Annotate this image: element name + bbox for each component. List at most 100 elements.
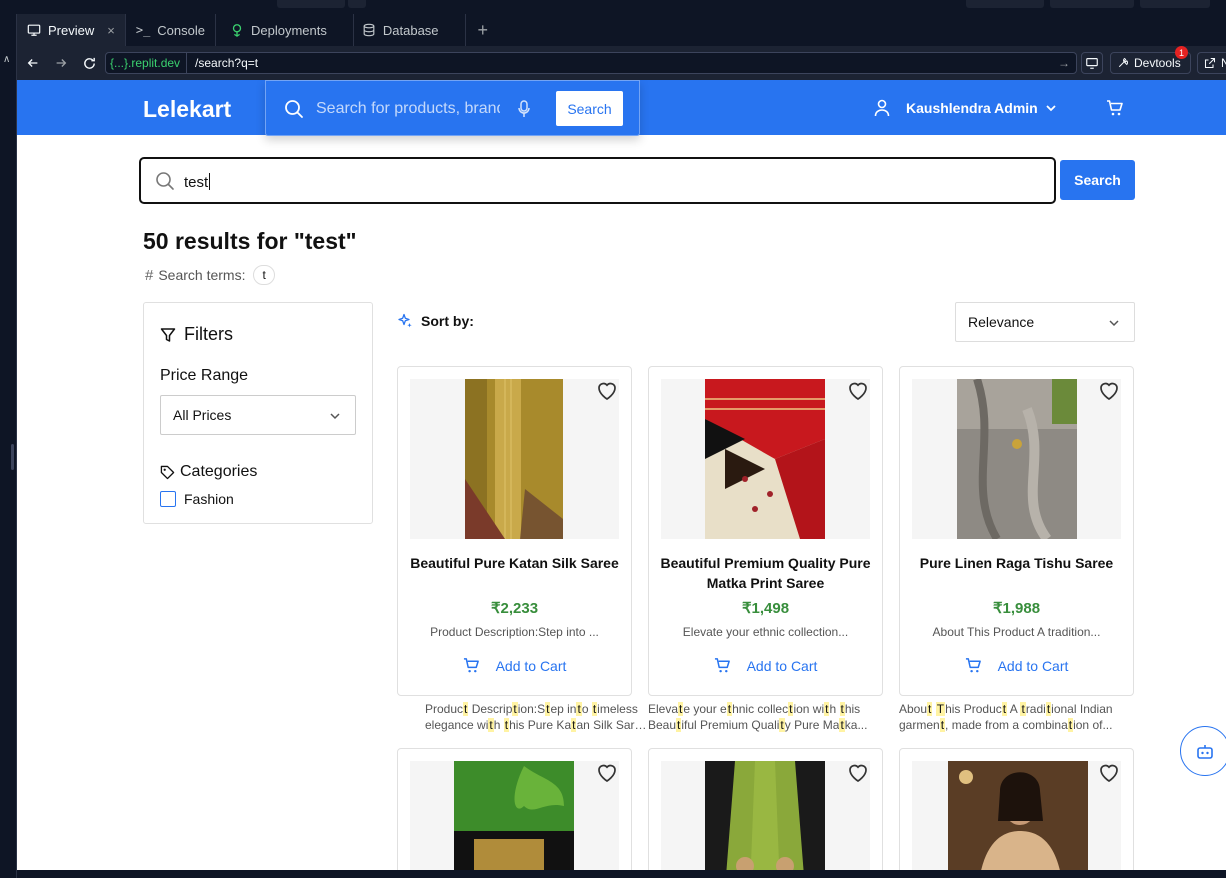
snippet-text: ional Indian xyxy=(1051,702,1113,716)
snippet-text: Abou xyxy=(899,702,928,716)
new-tab-button[interactable]: N xyxy=(1197,52,1226,74)
product-image-frame[interactable] xyxy=(661,761,870,870)
category-fashion[interactable]: Fashion xyxy=(160,491,234,507)
snippet-text: garmen xyxy=(899,718,940,732)
resize-handle[interactable] xyxy=(11,444,14,470)
wishlist-heart-icon[interactable] xyxy=(1097,379,1121,403)
cart-icon xyxy=(965,658,981,673)
snippet-text: his xyxy=(844,702,861,716)
forward-arrow-icon[interactable] xyxy=(47,49,75,77)
microphone-icon[interactable] xyxy=(518,100,530,118)
product-card[interactable] xyxy=(899,748,1134,870)
product-card[interactable]: Beautiful Pure Katan Silk Saree ₹2,233 P… xyxy=(397,366,632,696)
results-title: 50 results for "test" xyxy=(143,228,357,254)
product-image-frame[interactable] xyxy=(912,761,1121,870)
chevron-down-icon xyxy=(330,413,340,420)
product-image xyxy=(705,379,825,539)
price-range-select[interactable]: All Prices xyxy=(160,395,356,435)
add-to-cart-label: Add to Cart xyxy=(746,657,818,674)
add-to-cart-button[interactable]: Add to Cart xyxy=(900,657,1133,674)
product-image-frame[interactable] xyxy=(912,379,1121,539)
snippet-line: Elevate your ethnic collection with this xyxy=(648,701,876,717)
wishlist-heart-icon[interactable] xyxy=(846,761,870,785)
product-image xyxy=(957,379,1077,539)
checkbox[interactable] xyxy=(160,491,176,507)
user-icon[interactable] xyxy=(874,99,890,117)
product-image-frame[interactable] xyxy=(661,379,870,539)
chevron-down-icon xyxy=(1109,320,1119,327)
tab-console[interactable]: >_ Console xyxy=(126,14,216,46)
main-search-input[interactable]: test xyxy=(139,157,1056,204)
main-search-button[interactable]: Search xyxy=(1060,160,1135,200)
snippet-text: h xyxy=(829,702,840,716)
snippet-text: h xyxy=(493,718,504,732)
search-icon xyxy=(156,172,174,190)
search-terms: # Search terms: t xyxy=(145,265,275,285)
snippet-text: an Silk Saree,... xyxy=(576,718,653,732)
screen-toggle-button[interactable] xyxy=(1081,52,1103,74)
back-arrow-icon[interactable] xyxy=(19,49,47,77)
close-tab-icon[interactable]: × xyxy=(107,23,115,38)
search-snippet: About This Product A traditional Indian … xyxy=(899,701,1131,733)
product-card[interactable]: Pure Linen Raga Tishu Saree ₹1,988 About… xyxy=(899,366,1134,696)
tab-deployments[interactable]: Deployments xyxy=(216,14,354,46)
wishlist-heart-icon[interactable] xyxy=(1097,761,1121,785)
open-url-arrow-icon[interactable]: → xyxy=(1052,56,1076,70)
snippet-text: iful Premium Quali xyxy=(681,718,780,732)
product-name[interactable]: Beautiful Premium Quality Pure Matka Pri… xyxy=(659,553,872,593)
url-path: /search?q=t xyxy=(195,56,259,70)
robot-icon xyxy=(1197,745,1213,759)
sort-value: Relevance xyxy=(968,314,1035,330)
sort-select[interactable]: Relevance xyxy=(955,302,1135,342)
product-name[interactable]: Pure Linen Raga Tishu Saree xyxy=(910,553,1123,573)
filters-title-label: Filters xyxy=(184,324,233,344)
top-strip-tab xyxy=(1050,0,1134,8)
wishlist-heart-icon[interactable] xyxy=(846,379,870,403)
new-tab-label: N xyxy=(1221,56,1226,70)
site-logo[interactable]: Lelekart xyxy=(143,96,231,123)
chevron-down-icon[interactable] xyxy=(1044,101,1058,115)
window-bottom-strip xyxy=(17,870,1226,878)
product-image-frame[interactable] xyxy=(410,761,619,870)
url-field[interactable]: {...}.replit.dev /search?q=t → xyxy=(105,52,1077,74)
search-terms-label: Search terms: xyxy=(158,267,246,283)
header-search-bar: Search for products, brands and more Sea… xyxy=(265,80,640,136)
reload-icon[interactable] xyxy=(75,49,103,77)
header-search-input[interactable]: Search for products, brands and more xyxy=(316,100,500,118)
snippet-text: e your e xyxy=(683,702,727,716)
cart-icon[interactable] xyxy=(1106,99,1124,117)
user-name[interactable]: Kaushlendra Admin xyxy=(906,100,1038,116)
snippet-text: ka... xyxy=(844,718,868,732)
add-to-cart-button[interactable]: Add to Cart xyxy=(398,657,631,674)
wishlist-heart-icon[interactable] xyxy=(595,761,619,785)
top-strip-tab xyxy=(277,0,345,8)
product-card[interactable] xyxy=(648,748,883,870)
snippet-line: About This Product A traditional Indian xyxy=(899,701,1131,717)
tab-database[interactable]: Database xyxy=(354,14,466,46)
snippet-text: hnic collec xyxy=(732,702,789,716)
devtools-button[interactable]: Devtools 1 xyxy=(1110,46,1191,74)
wishlist-heart-icon[interactable] xyxy=(595,379,619,403)
product-image xyxy=(705,761,825,870)
top-strip-tab xyxy=(348,0,366,8)
chatbot-fab-button[interactable] xyxy=(1180,726,1226,776)
collapse-icon[interactable]: ∧ xyxy=(3,54,10,65)
deploy-icon xyxy=(232,24,242,37)
cart-icon xyxy=(463,658,479,673)
product-price: ₹2,233 xyxy=(490,600,539,617)
product-card[interactable] xyxy=(397,748,632,870)
new-tab-plus-icon[interactable]: + xyxy=(466,20,501,41)
highlighted-match: T xyxy=(935,702,946,716)
tab-preview[interactable]: Preview × xyxy=(17,14,126,46)
snippet-text: ion wi xyxy=(793,702,825,716)
product-image-frame[interactable] xyxy=(410,379,619,539)
snippet-text: , made from a combina xyxy=(945,718,1068,732)
snippet-text: ep in xyxy=(550,702,577,716)
header-search-button[interactable]: Search xyxy=(556,91,623,126)
devtools-error-badge: 1 xyxy=(1175,46,1188,59)
cart-icon xyxy=(714,658,730,673)
product-card[interactable]: Beautiful Premium Quality Pure Matka Pri… xyxy=(648,366,883,696)
product-name[interactable]: Beautiful Pure Katan Silk Saree xyxy=(408,553,621,573)
price-range-value: All Prices xyxy=(173,407,232,423)
add-to-cart-button[interactable]: Add to Cart xyxy=(649,657,882,674)
